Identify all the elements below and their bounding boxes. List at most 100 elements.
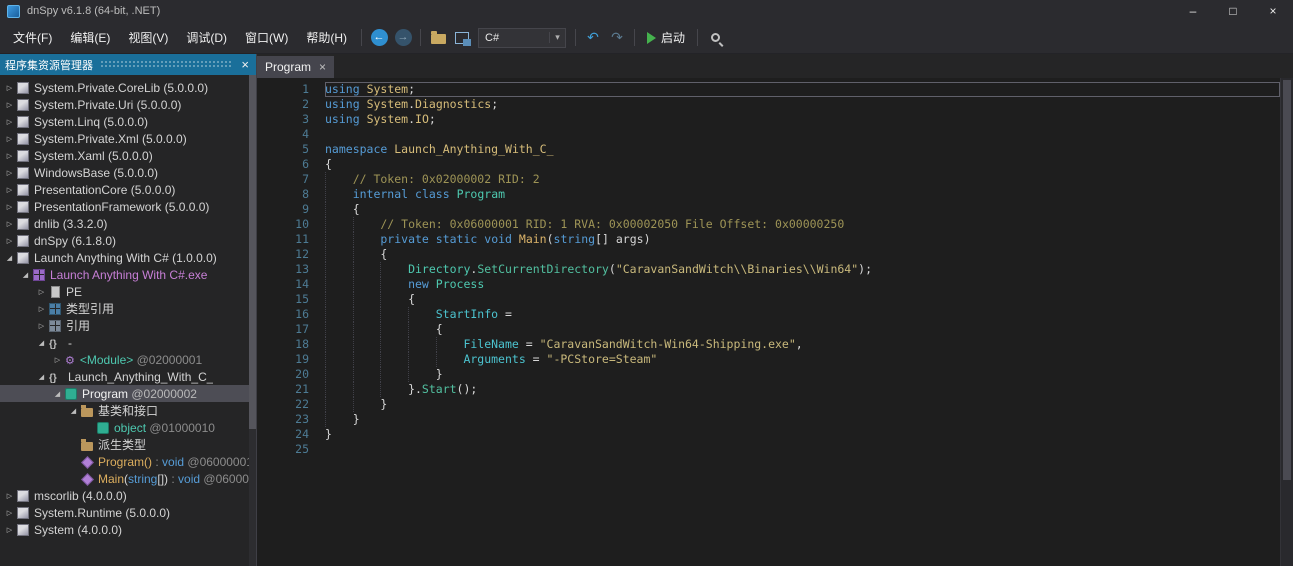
- code-line[interactable]: 15{: [257, 292, 1280, 307]
- tree-item[interactable]: ▷System.Xaml (5.0.0.0): [0, 147, 249, 164]
- open-assembly-list-button[interactable]: [450, 26, 474, 50]
- code-line[interactable]: 7// Token: 0x02000002 RID: 2: [257, 172, 1280, 187]
- editor-scrollbar[interactable]: [1280, 78, 1293, 566]
- expand-arrow-icon[interactable]: ▷: [3, 509, 16, 517]
- collapse-arrow-icon[interactable]: ◢: [19, 271, 32, 279]
- tree-item[interactable]: ▷System (4.0.0.0): [0, 521, 249, 538]
- expand-arrow-icon[interactable]: ▷: [3, 492, 16, 500]
- expand-arrow-icon[interactable]: ▷: [51, 356, 64, 364]
- expand-arrow-icon[interactable]: ▷: [3, 118, 16, 126]
- collapse-arrow-icon[interactable]: ◢: [67, 407, 80, 415]
- collapse-arrow-icon[interactable]: ◢: [35, 373, 48, 381]
- menu-item[interactable]: 调试(D): [177, 24, 236, 51]
- expand-arrow-icon[interactable]: ▷: [3, 203, 16, 211]
- code-line[interactable]: 2using System.Diagnostics;: [257, 97, 1280, 112]
- expand-arrow-icon[interactable]: ▷: [3, 186, 16, 194]
- code-line[interactable]: 8internal class Program: [257, 187, 1280, 202]
- code-line[interactable]: 6{: [257, 157, 1280, 172]
- tree-item[interactable]: ▷System.Linq (5.0.0.0): [0, 113, 249, 130]
- tree-item[interactable]: ◢Launch Anything With C# (1.0.0.0): [0, 249, 249, 266]
- expand-arrow-icon[interactable]: ▷: [3, 135, 16, 143]
- tree-item[interactable]: object @01000010: [0, 419, 249, 436]
- maximize-button[interactable]: □: [1213, 0, 1253, 22]
- tree-item[interactable]: ▷PE: [0, 283, 249, 300]
- expand-arrow-icon[interactable]: ▷: [35, 288, 48, 296]
- tree-item[interactable]: ◢基类和接口: [0, 402, 249, 419]
- tree-item[interactable]: ◢Launch_Anything_With_C_: [0, 368, 249, 385]
- expand-arrow-icon[interactable]: ▷: [35, 305, 48, 313]
- code-line[interactable]: 3using System.IO;: [257, 112, 1280, 127]
- code-line[interactable]: 22}: [257, 397, 1280, 412]
- code-line[interactable]: 4: [257, 127, 1280, 142]
- tree-item[interactable]: Main(string[]) : void @06000002: [0, 470, 249, 487]
- tree-scrollbar-thumb[interactable]: [249, 75, 256, 429]
- redo-button[interactable]: ↷: [605, 26, 629, 50]
- code-line[interactable]: 5namespace Launch_Anything_With_C_: [257, 142, 1280, 157]
- editor-scrollbar-thumb[interactable]: [1283, 80, 1291, 480]
- code-line[interactable]: 18FileName = "CaravanSandWitch-Win64-Shi…: [257, 337, 1280, 352]
- code-line[interactable]: 12{: [257, 247, 1280, 262]
- expand-arrow-icon[interactable]: ▷: [3, 220, 16, 228]
- tab-program[interactable]: Program ×: [257, 56, 334, 78]
- code-line[interactable]: 17{: [257, 322, 1280, 337]
- tree-item[interactable]: Program() : void @06000001: [0, 453, 249, 470]
- language-selector[interactable]: C# ▾: [478, 28, 566, 48]
- tree-item[interactable]: ▷类型引用: [0, 300, 249, 317]
- code-line[interactable]: 20}: [257, 367, 1280, 382]
- tree-item[interactable]: ▷dnSpy (6.1.8.0): [0, 232, 249, 249]
- menu-item[interactable]: 窗口(W): [236, 24, 297, 51]
- expand-arrow-icon[interactable]: ▷: [3, 84, 16, 92]
- tree-item[interactable]: ▷引用: [0, 317, 249, 334]
- search-button[interactable]: [703, 26, 727, 50]
- tree-item[interactable]: ▷System.Private.Xml (5.0.0.0): [0, 130, 249, 147]
- code-line[interactable]: 25: [257, 442, 1280, 457]
- tree-item[interactable]: ◢Launch Anything With C#.exe: [0, 266, 249, 283]
- expand-arrow-icon[interactable]: ▷: [3, 237, 16, 245]
- navigate-back-button[interactable]: ←: [367, 26, 391, 50]
- tree-item[interactable]: ▷WindowsBase (5.0.0.0): [0, 164, 249, 181]
- collapse-arrow-icon[interactable]: ◢: [35, 339, 48, 347]
- tree-item[interactable]: ▷System.Private.Uri (5.0.0.0): [0, 96, 249, 113]
- tree-item[interactable]: ▷PresentationFramework (5.0.0.0): [0, 198, 249, 215]
- menu-item[interactable]: 编辑(E): [61, 24, 119, 51]
- tree-item[interactable]: ▷dnlib (3.3.2.0): [0, 215, 249, 232]
- start-debugging-button[interactable]: 启动: [640, 26, 692, 49]
- code-line[interactable]: 1using System;: [257, 82, 1280, 97]
- code-line[interactable]: 16StartInfo =: [257, 307, 1280, 322]
- undo-button[interactable]: ↶: [581, 26, 605, 50]
- menu-item[interactable]: 帮助(H): [297, 24, 356, 51]
- code-line[interactable]: 11private static void Main(string[] args…: [257, 232, 1280, 247]
- tree-scrollbar[interactable]: [249, 75, 256, 566]
- code-line[interactable]: 23}: [257, 412, 1280, 427]
- close-button[interactable]: ×: [1253, 0, 1293, 22]
- expand-arrow-icon[interactable]: ▷: [3, 169, 16, 177]
- code-line[interactable]: 14new Process: [257, 277, 1280, 292]
- code-line[interactable]: 9{: [257, 202, 1280, 217]
- open-file-button[interactable]: [426, 26, 450, 50]
- code-line[interactable]: 24}: [257, 427, 1280, 442]
- tree-item[interactable]: ▷System.Runtime (5.0.0.0): [0, 504, 249, 521]
- minimize-button[interactable]: –: [1173, 0, 1213, 22]
- tree-item[interactable]: ▷PresentationCore (5.0.0.0): [0, 181, 249, 198]
- code-line[interactable]: 21}.Start();: [257, 382, 1280, 397]
- collapse-arrow-icon[interactable]: ◢: [51, 390, 64, 398]
- tree-item[interactable]: ◢Program @02000002: [0, 385, 249, 402]
- expand-arrow-icon[interactable]: ▷: [35, 322, 48, 330]
- tree-item[interactable]: ▷<Module> @02000001: [0, 351, 249, 368]
- code-line[interactable]: 19Arguments = "-PCStore=Steam": [257, 352, 1280, 367]
- tree-item[interactable]: ▷System.Private.CoreLib (5.0.0.0): [0, 79, 249, 96]
- tree-item[interactable]: ◢-: [0, 334, 249, 351]
- tree-item[interactable]: 派生类型: [0, 436, 249, 453]
- menu-item[interactable]: 文件(F): [4, 24, 61, 51]
- dnspy-logo-icon[interactable]: [7, 5, 20, 18]
- panel-header[interactable]: 程序集资源管理器 ×: [0, 54, 256, 75]
- expand-arrow-icon[interactable]: ▷: [3, 526, 16, 534]
- collapse-arrow-icon[interactable]: ◢: [3, 254, 16, 262]
- panel-close-icon[interactable]: ×: [239, 58, 251, 71]
- tree-item[interactable]: ▷mscorlib (4.0.0.0): [0, 487, 249, 504]
- tab-close-icon[interactable]: ×: [319, 61, 326, 73]
- navigate-forward-button[interactable]: →: [391, 26, 415, 50]
- menu-item[interactable]: 视图(V): [119, 24, 177, 51]
- code-line[interactable]: 13Directory.SetCurrentDirectory("Caravan…: [257, 262, 1280, 277]
- code-line[interactable]: 10// Token: 0x06000001 RID: 1 RVA: 0x000…: [257, 217, 1280, 232]
